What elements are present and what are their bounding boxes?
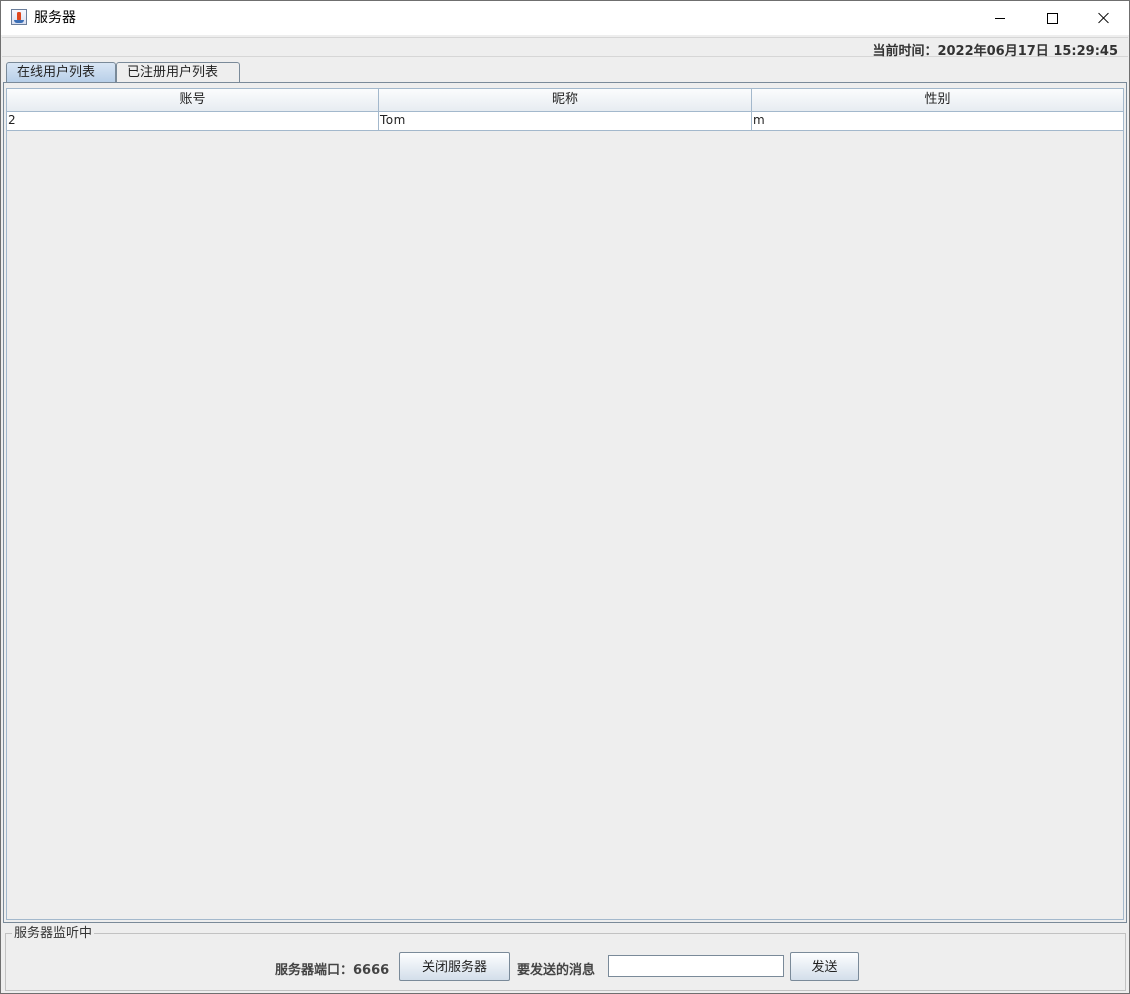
send-button[interactable]: 发送 xyxy=(790,952,859,981)
tab-registered-users[interactable]: 已注册用户列表 xyxy=(116,62,240,82)
maximize-button[interactable] xyxy=(1029,1,1075,35)
column-header-gender[interactable]: 性别 xyxy=(752,89,1123,112)
window-title: 服务器 xyxy=(34,10,76,26)
current-time: 当前时间：2022年06月17日 15:29:45 xyxy=(872,44,1118,59)
close-server-button[interactable]: 关闭服务器 xyxy=(399,952,510,981)
cell-gender[interactable]: m xyxy=(752,112,1123,130)
message-input[interactable] xyxy=(608,955,784,977)
title-bar: 服务器 xyxy=(1,1,1129,35)
maximize-icon xyxy=(1046,12,1058,24)
table-body: 2 Tom m xyxy=(7,112,1123,131)
column-header-nickname[interactable]: 昵称 xyxy=(379,89,752,112)
minimize-button[interactable] xyxy=(977,1,1023,35)
tab-online-users[interactable]: 在线用户列表 xyxy=(6,62,116,82)
table-row[interactable]: 2 Tom m xyxy=(7,112,1123,131)
close-icon xyxy=(1098,12,1110,24)
cell-nickname[interactable]: Tom xyxy=(379,112,752,130)
cell-account[interactable]: 2 xyxy=(7,112,379,130)
server-window: 服务器 当前时间：2022年06月17日 15:29:45 在线用户列表 已注册… xyxy=(0,0,1130,994)
time-bar: 当前时间：2022年06月17日 15:29:45 xyxy=(2,37,1128,59)
server-control-group: 服务器监听中 服务器端口：6666 关闭服务器 要发送的消息 发送 xyxy=(5,926,1126,991)
tab-panel: 账号 昵称 性别 2 Tom m xyxy=(3,82,1127,923)
user-table[interactable]: 账号 昵称 性别 2 Tom m xyxy=(6,88,1124,920)
server-port-label: 服务器端口：6666 xyxy=(275,963,390,978)
java-cup-icon xyxy=(11,9,27,25)
minimize-icon xyxy=(995,17,1005,19)
table-header: 账号 昵称 性别 xyxy=(7,89,1123,112)
group-title: 服务器监听中 xyxy=(12,926,95,942)
close-button[interactable] xyxy=(1081,1,1127,35)
message-label: 要发送的消息 xyxy=(517,963,596,978)
column-header-account[interactable]: 账号 xyxy=(7,89,379,112)
